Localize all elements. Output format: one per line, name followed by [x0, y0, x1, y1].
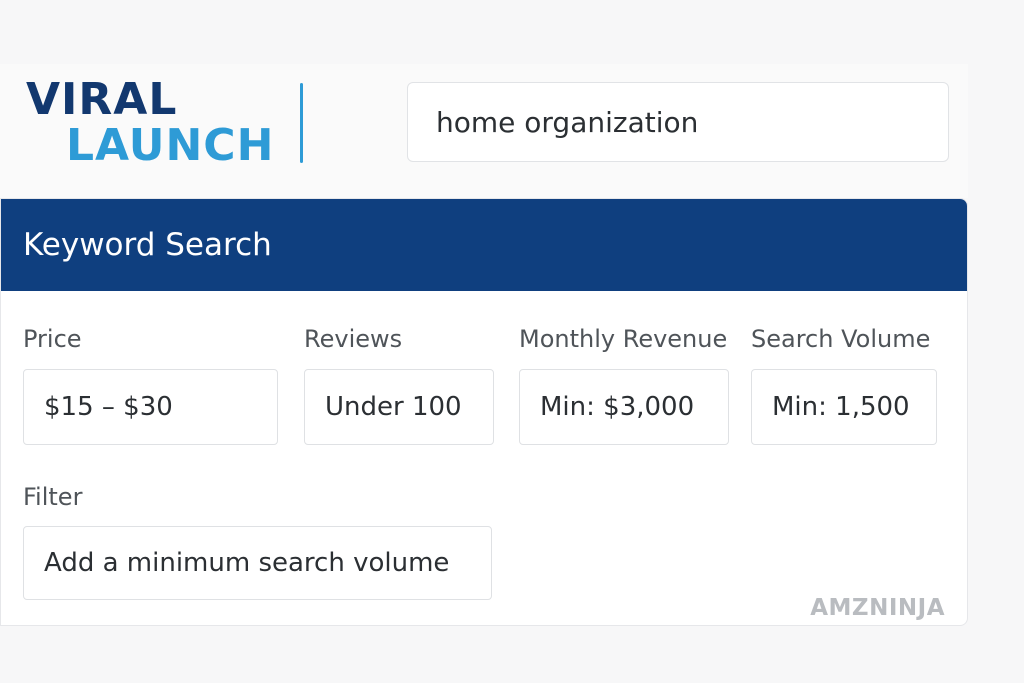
panel-title: Keyword Search: [23, 227, 272, 263]
reviews-value: Under 100: [325, 392, 462, 422]
page: VIRAL LAUNCH home organization Keyword S…: [0, 0, 1024, 683]
logo-line-1: VIRAL: [26, 74, 178, 125]
filter-field[interactable]: Add a minimum search volume: [23, 526, 492, 600]
search-volume-field[interactable]: Min: 1,500: [751, 369, 937, 445]
keyword-search-panel: Keyword Search Price Reviews Monthly Rev…: [0, 198, 968, 626]
filter-label: Filter: [23, 483, 83, 511]
price-field[interactable]: $15 – $30: [23, 369, 278, 445]
monthly-revenue-field[interactable]: Min: $3,000: [519, 369, 729, 445]
logo-divider: [300, 83, 303, 163]
reviews-label: Reviews: [304, 325, 403, 353]
search-volume-label: Search Volume: [751, 325, 931, 353]
filter-value: Add a minimum search volume: [44, 548, 450, 578]
logo-line-2: LAUNCH: [66, 120, 275, 171]
search-volume-value: Min: 1,500: [772, 392, 910, 422]
price-value: $15 – $30: [44, 392, 173, 422]
monthly-revenue-label: Monthly Revenue: [519, 325, 728, 353]
search-input-value: home organization: [436, 105, 699, 139]
viral-launch-logo[interactable]: VIRAL LAUNCH: [26, 78, 274, 168]
watermark: AMZNINJA: [810, 595, 945, 621]
keyword-search-input[interactable]: home organization: [407, 82, 949, 162]
reviews-field[interactable]: Under 100: [304, 369, 494, 445]
panel-header: Keyword Search: [1, 199, 967, 291]
price-label: Price: [23, 325, 82, 353]
monthly-revenue-value: Min: $3,000: [540, 392, 695, 422]
bottom-band: [0, 626, 968, 683]
